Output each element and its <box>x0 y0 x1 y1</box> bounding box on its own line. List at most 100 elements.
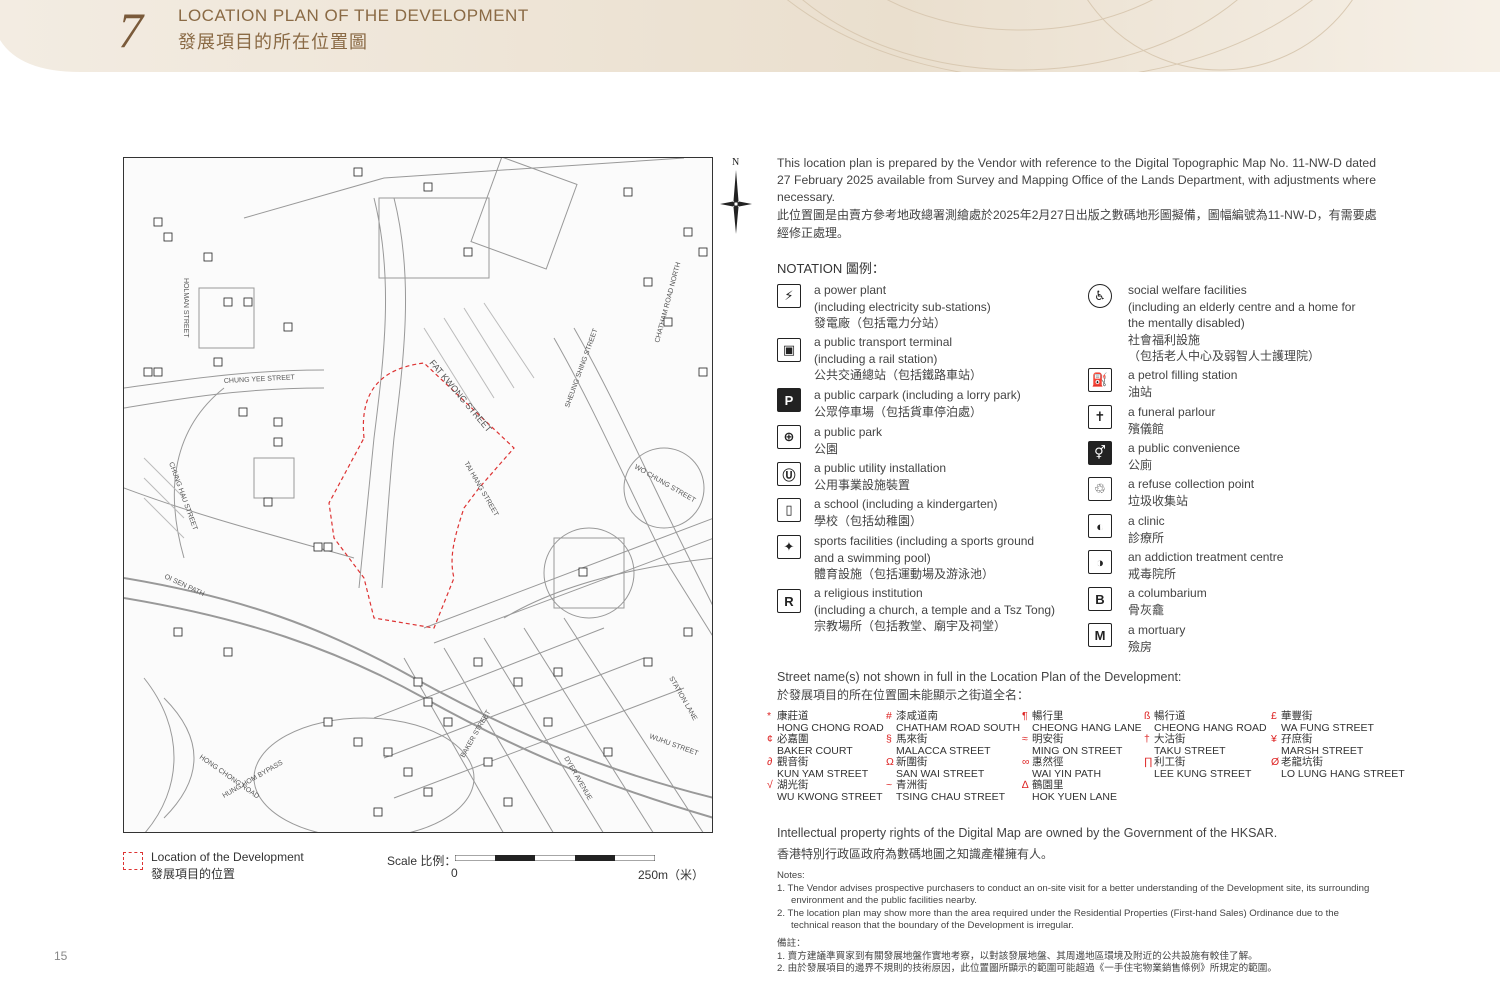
notation-line: an addiction treatment centre <box>1128 550 1284 564</box>
street-zh: 惠然徑 <box>1032 756 1064 768</box>
street-zh: 老龍坑街 <box>1281 756 1323 768</box>
note-en: 1. The Vendor advises prospective purcha… <box>777 882 1370 907</box>
street-symbol: ∆ <box>1022 779 1029 791</box>
street-entry: ∞ 惠然徑 WAI YIN PATH <box>1022 756 1101 780</box>
street-zh: 華豐街 <box>1281 710 1313 722</box>
street-zh: 必嘉圍 <box>777 733 809 745</box>
notation-line: 油站 <box>1128 384 1153 399</box>
bus-icon: ▣ <box>777 338 801 362</box>
notation-line: the mentally disabled) <box>1128 316 1245 330</box>
notation-line: and a swimming pool) <box>814 550 931 565</box>
street-entry: ¶ 暢行里 CHEONG HANG LANE <box>1022 710 1142 734</box>
notation-title: NOTATION 圖例： <box>777 261 885 276</box>
intro-text-zh: 此位置圖是由賣方參考地政總署測繪處於2025年2月27日出版之數碼地形圖擬備，圖… <box>777 208 1377 240</box>
mortuary-icon: M <box>1088 623 1112 647</box>
notation-line: a public utility installation <box>814 461 947 475</box>
addiction-icon: ◑ <box>1088 550 1112 574</box>
notation-line: a public transport terminal <box>814 335 953 349</box>
notation-line: 殯儀館 <box>1128 421 1165 436</box>
street-entry: ¥ 孖庶街 MARSH STREET <box>1271 733 1363 757</box>
notation-line: 骨灰龕 <box>1128 602 1165 617</box>
notation-line: 公園 <box>814 441 839 456</box>
notation-line: (including a church, a temple and a Tsz … <box>814 602 1056 617</box>
scale-label: Scale 比例： <box>387 854 457 868</box>
notation-line: 公共交通總站（包括鐵路車站） <box>814 368 983 382</box>
notation-item: a funeral parlour 殯儀館 <box>1128 404 1215 437</box>
street-zh: 湖光街 <box>777 779 809 791</box>
notation-item: an addiction treatment centre 戒毒院所 <box>1128 549 1283 582</box>
notation-line: 發電廠（包括電力分站） <box>814 316 947 330</box>
funeral-icon: ✝ <box>1088 405 1112 429</box>
street-zh: 大沽街 <box>1154 733 1186 745</box>
notation-item: a school (including a kindergarten) 學校（包… <box>814 496 997 529</box>
map-street-label: TAI HANG STREET <box>462 461 499 519</box>
notation-line: 垃圾收集站 <box>1128 493 1189 508</box>
map-street-label: HOLMAN STREET <box>182 278 189 338</box>
notation-item: a refuse collection point 垃圾收集站 <box>1128 476 1254 509</box>
street-zh: 利工街 <box>1154 756 1186 768</box>
toilet-icon: ⚥ <box>1088 441 1112 465</box>
street-entry: ∂ 觀音街 KUN YAM STREET <box>767 756 868 780</box>
scale-end: 250m（米） <box>638 868 705 882</box>
street-zh: 青洲街 <box>896 779 928 791</box>
notation-item: social welfare facilities (including an … <box>1128 282 1355 365</box>
religious-icon: R <box>777 589 801 613</box>
north-arrow-icon: N <box>720 157 752 234</box>
section-number: 7 <box>118 2 143 58</box>
street-zh: 孖庶街 <box>1281 733 1313 745</box>
street-entry: ∏ 利工街 LEE KUNG STREET <box>1144 756 1252 780</box>
petrol-icon: ⛽ <box>1088 368 1112 392</box>
map-street-label: CHATHAM ROAD NORTH <box>654 262 682 344</box>
scale-start: 0 <box>451 866 458 880</box>
street-en: LEE KUNG STREET <box>1154 767 1252 780</box>
street-zh: 暢行里 <box>1032 710 1064 722</box>
notation-line: a public convenience <box>1128 441 1241 455</box>
notation-item: a power plant (including electricity sub… <box>814 282 991 332</box>
streets-title-zh: 於發展項目的所在位置圖未能顯示之街道全名： <box>777 688 1030 702</box>
street-zh: 新圍街 <box>896 756 928 768</box>
street-en: TSING CHAU STREET <box>896 790 1006 803</box>
map-drawing: FAT KWONG STREET HOLMAN STREET CHUNG YEE… <box>124 158 712 832</box>
street-symbol: # <box>886 710 892 722</box>
notation-line: (including an elderly centre and a home … <box>1128 299 1356 314</box>
street-entry: Ω 新圍街 SAN WAI STREET <box>886 756 984 780</box>
street-symbol: ∞ <box>1022 756 1030 768</box>
map-street-label: DYER AVENUE <box>562 756 593 802</box>
street-symbol: ≈ <box>1022 733 1028 745</box>
street-symbol: ∏ <box>1144 756 1153 768</box>
notation-item: a public park 公園 <box>814 424 882 457</box>
street-symbol: ¢ <box>767 733 773 745</box>
notation-item: a public utility installation 公用事業設施裝置 <box>814 460 946 493</box>
section-title-zh: 發展項目的所在位置圖 <box>178 32 368 52</box>
street-entry: * 康莊道 HONG CHONG ROAD <box>767 710 884 734</box>
map-street-label: BAKER STREET <box>460 709 493 759</box>
street-zh: 康莊道 <box>777 710 809 722</box>
notation-line: sports facilities (including a sports gr… <box>814 534 1035 548</box>
street-symbol: ¶ <box>1022 710 1028 722</box>
section-title-en: LOCATION PLAN OF THE DEVELOPMENT <box>178 6 529 25</box>
notation-line: a funeral parlour <box>1128 405 1216 419</box>
map-street-label: CHUNG HAU STREET <box>167 461 198 532</box>
street-entry: √ 湖光街 WU KWONG STREET <box>767 779 883 803</box>
page-number: 15 <box>54 949 68 963</box>
street-symbol: † <box>1144 733 1150 745</box>
columbarium-icon: B <box>1088 587 1112 611</box>
street-entry: Ø 老龍坑街 LO LUNG HANG STREET <box>1271 756 1405 780</box>
street-en: HOK YUEN LANE <box>1032 790 1117 803</box>
notation-line: a clinic <box>1128 514 1165 528</box>
location-map[interactable]: FAT KWONG STREET HOLMAN STREET CHUNG YEE… <box>123 157 713 833</box>
notation-line: 體育設施（包括運動場及游泳池） <box>814 567 995 581</box>
notation-line: 殮房 <box>1128 639 1153 654</box>
notation-line: social welfare facilities <box>1128 283 1247 297</box>
notation-line: 學校（包括幼稚園） <box>814 513 923 528</box>
clinic-icon: ◐ <box>1088 514 1112 538</box>
parking-icon: P <box>777 388 801 412</box>
street-symbol: ~ <box>886 779 893 791</box>
notation-line: a mortuary <box>1128 623 1186 637</box>
notation-line: a power plant <box>814 283 887 297</box>
street-entry: ≈ 明安街 MING ON STREET <box>1022 733 1122 757</box>
map-street-label: SHEUNG SHING STREET <box>564 327 599 409</box>
notation-item: a petrol filling station 油站 <box>1128 367 1237 400</box>
notation-item: a columbarium 骨灰龕 <box>1128 585 1207 618</box>
ipr-text-en: Intellectual property rights of the Digi… <box>777 826 1278 840</box>
